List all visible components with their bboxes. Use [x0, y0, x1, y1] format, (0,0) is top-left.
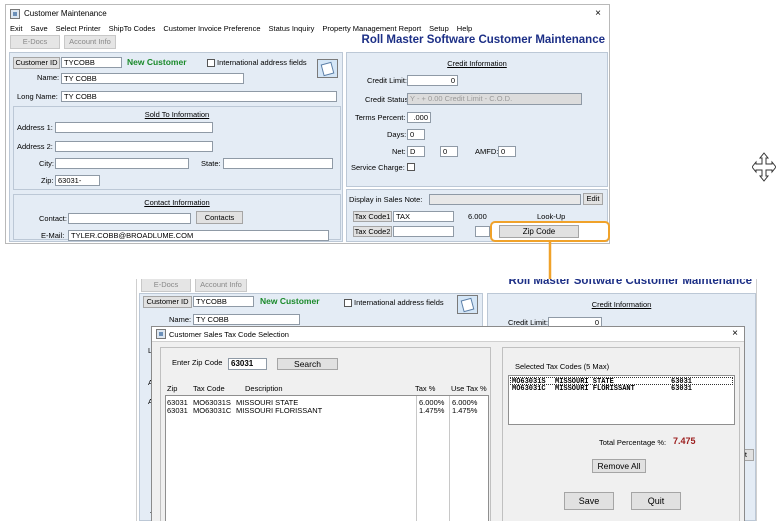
selected-zip: 63031: [671, 385, 693, 393]
col-zip: Zip: [167, 384, 178, 393]
move-cursor-icon: [752, 152, 776, 182]
column-divider: [449, 396, 450, 521]
zip-search-field[interactable]: 63031: [228, 358, 267, 370]
row-description: MISSOURI FLORISSANT: [236, 406, 323, 415]
tax-code-selection-dialog: Customer Sales Tax Code Selection × Ente…: [151, 326, 745, 521]
tab-edocs-2[interactable]: E-Docs: [141, 279, 191, 292]
total-percentage-label: Total Percentage %:: [599, 438, 667, 447]
selected-code: MO63031C: [512, 385, 546, 393]
app-title-2: Roll Master Software Customer Maintenanc…: [508, 279, 752, 287]
total-percentage-value: 7.475: [673, 436, 696, 446]
dialog-close-icon[interactable]: ×: [732, 328, 738, 339]
search-button[interactable]: Search: [277, 358, 338, 370]
list-item[interactable]: MO63031S MISSOURI STATE 63031: [510, 377, 733, 386]
notepad-icon-2[interactable]: [455, 293, 481, 315]
dialog-title-bar: Customer Sales Tax Code Selection ×: [152, 327, 744, 342]
name-field-2[interactable]: TY COBB: [193, 314, 300, 325]
international-checkbox-2[interactable]: [344, 299, 352, 307]
table-row[interactable]: 63031 MO63031C MISSOURI FLORISSANT 1.475…: [166, 406, 488, 415]
row-tax: 1.475%: [419, 406, 445, 415]
customer-id-button-2[interactable]: Customer ID: [143, 296, 192, 308]
list-item[interactable]: MO63031C MISSOURI FLORISSANT 63031: [510, 385, 733, 393]
international-label-2: International address fields: [354, 298, 444, 307]
selected-description: MISSOURI FLORISSANT: [555, 385, 635, 393]
col-tax-code: Tax Code: [193, 384, 225, 393]
credit-header-2: Credit Information: [591, 300, 652, 309]
selected-panel: Selected Tax Codes (5 Max) MO63031S MISS…: [502, 347, 740, 521]
remove-all-button[interactable]: Remove All: [592, 459, 646, 473]
name-label-2: Name:: [169, 315, 192, 324]
col-use-tax-percent: Use Tax %: [451, 384, 487, 393]
enter-zip-label: Enter Zip Code: [172, 358, 223, 367]
col-tax-percent: Tax %: [415, 384, 436, 393]
new-customer-label-2: New Customer: [260, 296, 320, 306]
search-panel: Enter Zip Code 63031 Search Zip Tax Code…: [160, 347, 491, 521]
selected-tax-codes-list[interactable]: MO63031S MISSOURI STATE 63031 MO63031C M…: [508, 375, 735, 425]
customer-id-field-2[interactable]: TYCOBB: [193, 296, 254, 307]
dialog-app-icon: [156, 329, 166, 339]
customer-maintenance-window-2: E-Docs Account Info Roll Master Software…: [136, 279, 757, 521]
dialog-title: Customer Sales Tax Code Selection: [169, 330, 289, 339]
row-use-tax: 1.475%: [452, 406, 478, 415]
save-button[interactable]: Save: [564, 492, 614, 510]
tax-code-results-list[interactable]: 63031 MO63031S MISSOURI STATE 6.000% 6.0…: [165, 395, 489, 521]
col-description: Description: [245, 384, 283, 393]
quit-button[interactable]: Quit: [631, 492, 681, 510]
column-divider: [416, 396, 417, 521]
row-code: MO63031C: [193, 406, 232, 415]
row-zip: 63031: [167, 406, 188, 415]
selected-header: Selected Tax Codes (5 Max): [515, 362, 610, 371]
tab-account-info-2[interactable]: Account Info: [195, 279, 247, 292]
